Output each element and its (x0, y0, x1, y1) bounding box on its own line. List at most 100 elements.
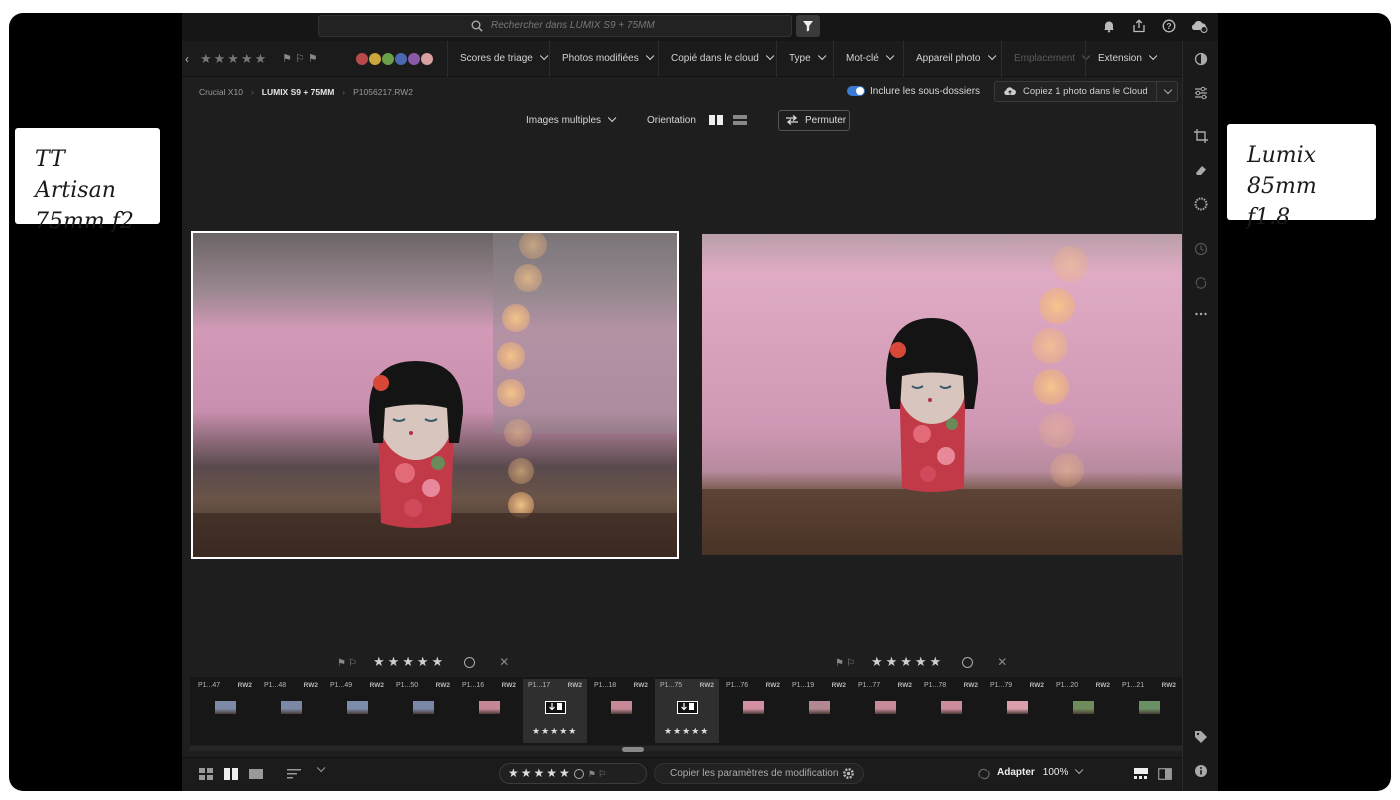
flag-icons[interactable]: ⚑⚐ (588, 769, 608, 779)
images-multiples-dropdown[interactable]: Images multiples (526, 113, 617, 129)
filmstrip-thumbnail[interactable]: P1...18 RW2 (589, 679, 653, 743)
flag-icons-left[interactable]: ⚑⚐ (337, 658, 359, 669)
filmstrip-thumbnail[interactable]: P1...19 RW2 (787, 679, 851, 743)
chevron-down-icon[interactable] (1163, 85, 1173, 95)
swap-button[interactable]: Permuter (778, 110, 850, 131)
zoom-value[interactable]: 100% (1043, 767, 1069, 778)
filmstrip-thumbnail[interactable]: P1...75 RW2 ★★★★★ (655, 679, 719, 743)
chevron-down-icon (539, 51, 549, 61)
versions-icon[interactable] (1193, 275, 1209, 291)
compare-photo-left[interactable] (191, 231, 679, 559)
filmstrip-toggle-icon[interactable] (1134, 768, 1148, 780)
funnel-icon (803, 21, 813, 32)
star-filter[interactable]: ★★★★★ (200, 41, 268, 77)
fit-label[interactable]: Adapter (997, 767, 1035, 778)
edit-icon[interactable] (1193, 51, 1209, 67)
color-label-dot[interactable] (369, 53, 381, 65)
thumbnail-extension: RW2 (765, 682, 780, 689)
color-label-dot[interactable] (395, 53, 407, 65)
filter-dropdown[interactable]: Scores de triage (447, 41, 549, 77)
rating-row-right: ⚑⚐ ★★★★★ ✕ (835, 654, 1007, 670)
breadcrumb-folder[interactable]: LUMIX S9 + 75MM (262, 87, 335, 97)
chevron-down-icon[interactable] (316, 763, 326, 773)
color-label-filter[interactable] (356, 53, 433, 65)
share-icon[interactable] (1130, 17, 1148, 35)
stars-right[interactable]: ★★★★★ (871, 654, 944, 669)
filmstrip-thumbnail[interactable]: P1...50 RW2 (391, 679, 455, 743)
filter-dropdown[interactable]: Extension (1085, 41, 1158, 77)
eraser-icon[interactable] (1193, 162, 1209, 178)
help-icon[interactable]: ? (1160, 17, 1178, 35)
loupe-view-icon[interactable] (249, 768, 263, 780)
lens-label-left: TT Artisan 75mm f2 (15, 128, 160, 234)
more-icon[interactable] (1193, 306, 1209, 322)
thumbnail-image (215, 701, 236, 714)
thumbnail-extension: RW2 (501, 682, 516, 689)
flag-icons-right[interactable]: ⚑⚐ (835, 658, 857, 669)
compare-photo-right[interactable] (702, 234, 1182, 555)
filter-dropdown[interactable]: Photos modifiées (549, 41, 655, 77)
tag-icon[interactable] (1193, 729, 1209, 745)
color-label-dot[interactable] (382, 53, 394, 65)
side-by-side-icon[interactable] (708, 115, 723, 126)
circle-icon[interactable] (573, 768, 584, 779)
before-after-icon[interactable] (1158, 768, 1172, 780)
filmstrip-thumbnail[interactable]: P1...16 RW2 (457, 679, 521, 743)
filmstrip-thumbnail[interactable]: P1...17 RW2 ★★★★★ (523, 679, 587, 743)
gear-icon[interactable] (842, 767, 855, 780)
lens-label-left-line1: TT Artisan (35, 147, 116, 203)
flag-filter[interactable]: ⚑⚐⚑ (282, 41, 321, 77)
filmstrip-thumbnail[interactable]: P1...20 RW2 (1051, 679, 1115, 743)
color-label-dot[interactable] (408, 53, 420, 65)
filter-dropdown[interactable]: Mot-clé (833, 41, 895, 77)
compare-view-icon[interactable] (224, 768, 238, 780)
bell-icon[interactable] (1100, 17, 1118, 35)
filmstrip-thumbnail[interactable]: P1...77 RW2 (853, 679, 917, 743)
copy-edit-settings-button[interactable]: Copier les paramètres de modification (654, 763, 864, 784)
download-icon (549, 703, 562, 711)
filter-dropdown[interactable]: Copié dans le cloud (658, 41, 775, 77)
grid-view-icon[interactable] (199, 768, 213, 780)
filmstrip-thumbnail[interactable]: P1...48 RW2 (259, 679, 323, 743)
filter-dropdown-label: Mot-clé (846, 53, 879, 64)
sliders-icon[interactable] (1193, 85, 1209, 101)
breadcrumb-root[interactable]: Crucial X10 (199, 87, 243, 97)
svg-text:?: ? (1166, 21, 1171, 31)
cloud-status-icon[interactable] (1190, 17, 1208, 35)
reject-icon[interactable]: ✕ (997, 655, 1007, 669)
filter-dropdown[interactable]: Appareil photo (903, 41, 996, 77)
filmstrip-thumbnail[interactable]: P1...78 RW2 (919, 679, 983, 743)
filmstrip-thumbnail[interactable]: P1...79 RW2 (985, 679, 1049, 743)
color-label-dot[interactable] (421, 53, 433, 65)
rating-stars[interactable]: ★★★★★ (508, 766, 572, 780)
filmstrip-thumbnail[interactable]: P1...76 RW2 (721, 679, 785, 743)
filter-dropdown[interactable]: Type (776, 41, 827, 77)
copy-to-cloud-button[interactable]: Copiez 1 photo dans le Cloud (994, 81, 1178, 102)
crop-icon[interactable] (1193, 128, 1209, 144)
chevron-down-icon[interactable] (1075, 765, 1084, 775)
sort-icon[interactable] (287, 768, 301, 780)
circle-icon[interactable] (962, 657, 974, 669)
filmstrip-thumbnail[interactable]: P1...21 RW2 (1117, 679, 1181, 743)
breadcrumb: Crucial X10 › LUMIX S9 + 75MM › P1056217.RW2 (199, 87, 413, 97)
reject-icon[interactable]: ✕ (499, 655, 509, 669)
zoom-control[interactable]: Adapter 100% (997, 765, 1084, 778)
stacked-icon[interactable] (733, 115, 748, 126)
thumbnail-filename: P1...20 (1056, 682, 1079, 689)
include-subfolders-toggle[interactable]: Inclure les sous-dossiers (847, 84, 980, 100)
search-input[interactable]: Rechercher dans LUMIX S9 + 75MM (318, 15, 792, 37)
filmstrip-thumbnail[interactable]: P1...49 RW2 (325, 679, 389, 743)
thumbnail-stars: ★★★★★ (664, 726, 710, 736)
lens-label-right-line2: 85mm f1.8 (1247, 174, 1317, 230)
filmstrip-scrollbar[interactable] (190, 746, 1182, 751)
filter-button[interactable] (796, 15, 820, 37)
color-label-dot[interactable] (356, 53, 368, 65)
circle-icon[interactable] (464, 657, 476, 669)
history-icon[interactable] (1193, 241, 1209, 257)
mask-icon[interactable] (1193, 196, 1209, 212)
info-icon[interactable] (1193, 763, 1209, 779)
filmstrip-thumbnail[interactable]: P1...47 RW2 (193, 679, 257, 743)
chevron-left-icon[interactable]: ‹ (185, 41, 189, 77)
filmstrip-scroll-handle[interactable] (622, 747, 644, 752)
stars-left[interactable]: ★★★★★ (373, 654, 446, 669)
